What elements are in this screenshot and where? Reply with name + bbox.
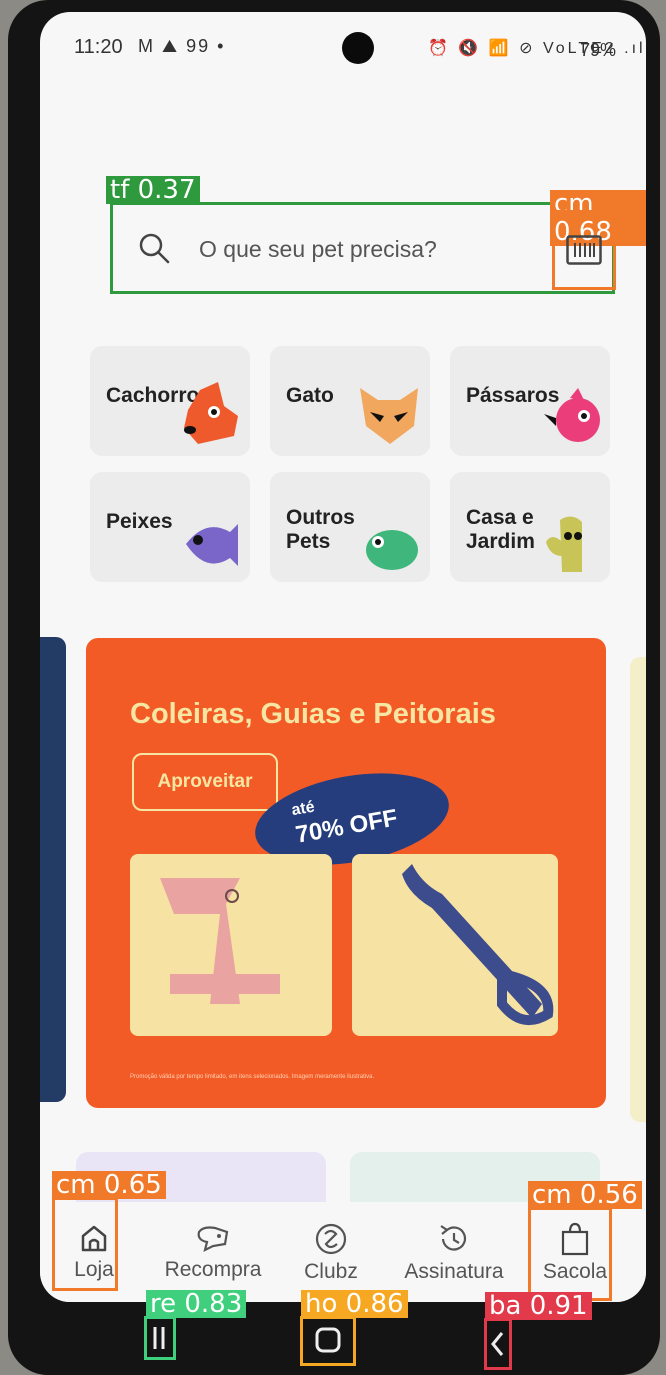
subscription-icon	[440, 1225, 467, 1251]
promo-fineprint: Promoção válida por tempo limitado, em i…	[130, 1074, 375, 1080]
clubz-icon	[315, 1223, 347, 1255]
search-field[interactable]	[110, 202, 615, 294]
barcode-scan-button[interactable]	[552, 210, 616, 290]
category-label: Gato	[286, 384, 334, 407]
carousel-prev-card[interactable]	[40, 637, 66, 1102]
fish-icon	[186, 524, 238, 566]
front-camera	[342, 32, 374, 64]
phone-frame: 11:20 M ⛰ 99 • ⏰ 🔇 📶 ⊘ VoLTE2 .ıl 79% tf…	[8, 0, 660, 1375]
repurchase-icon	[197, 1226, 229, 1253]
promo-cta-button[interactable]: Aproveitar	[132, 753, 278, 811]
category-gato[interactable]: Gato	[270, 346, 430, 456]
category-label: Peixes	[106, 510, 173, 533]
home-circle-icon	[315, 1327, 341, 1353]
category-label-line2: Pets	[286, 530, 331, 553]
nav-assinatura[interactable]: Assinatura	[396, 1222, 512, 1294]
nav-label: Recompra	[164, 1258, 262, 1281]
recents-detection-label: re 0.83	[146, 1290, 247, 1318]
category-peixes[interactable]: Peixes	[90, 472, 250, 582]
dog-icon	[184, 382, 238, 444]
category-label-line2: Jardim	[466, 530, 535, 553]
turtle-icon	[366, 530, 418, 570]
leash-image	[352, 854, 558, 1036]
recents-icon	[153, 1327, 165, 1349]
app-screen: 11:20 M ⛰ 99 • ⏰ 🔇 📶 ⊘ VoLTE2 .ıl 79% tf…	[40, 12, 646, 1302]
battery-level: 79%	[580, 40, 617, 60]
category-label-line1: Outros	[286, 506, 355, 529]
bird-icon	[544, 388, 600, 442]
sacola-detection-label: cm 0.56	[528, 1181, 642, 1209]
home-detection-label: ho 0.86	[301, 1290, 408, 1318]
promo-banner[interactable]: Coleiras, Guias e Peitorais Aproveitar a…	[86, 638, 606, 1108]
back-chevron-icon	[491, 1332, 504, 1356]
harness-image	[130, 854, 332, 1036]
category-passaros[interactable]: Pássaros	[450, 346, 610, 456]
back-detection-label: ba 0.91	[485, 1292, 592, 1320]
leash-illustration	[402, 864, 554, 1026]
recents-button[interactable]	[144, 1316, 176, 1360]
category-cachorro[interactable]: Cachorro	[90, 346, 250, 456]
nav-recompra[interactable]: Recompra	[158, 1222, 268, 1294]
nav-label: Clubz	[304, 1260, 358, 1283]
search-icon	[139, 233, 170, 264]
nav-label: Assinatura	[404, 1260, 504, 1283]
system-back-button[interactable]	[484, 1318, 512, 1370]
barcode-icon	[566, 235, 602, 265]
nav-clubz[interactable]: Clubz	[296, 1222, 366, 1294]
search-detection-label: tf 0.37	[106, 176, 200, 204]
system-home-button[interactable]	[300, 1316, 356, 1366]
category-casa-jardim[interactable]: Casa e Jardim	[450, 472, 610, 582]
cat-icon	[360, 388, 418, 444]
promo-title: Coleiras, Guias e Peitorais	[130, 698, 496, 730]
status-time: 11:20	[74, 36, 123, 58]
category-label-line1: Casa e	[466, 506, 534, 529]
category-outros-pets[interactable]: Outros Pets	[270, 472, 430, 582]
loja-detection-label: cm 0.65	[52, 1171, 166, 1199]
loja-detection-box	[52, 1197, 118, 1291]
search-input[interactable]	[197, 225, 541, 273]
plant-icon	[546, 516, 582, 572]
notification-icons: M ⛰ 99 •	[138, 36, 226, 56]
status-bar: 11:20 M ⛰ 99 • ⏰ 🔇 📶 ⊘ VoLTE2 .ıl 79%	[40, 12, 646, 82]
badge-prefix: até	[290, 798, 316, 820]
carousel-next-card[interactable]	[630, 657, 646, 1122]
sacola-detection-box	[528, 1207, 612, 1301]
harness-illustration	[160, 878, 280, 1004]
